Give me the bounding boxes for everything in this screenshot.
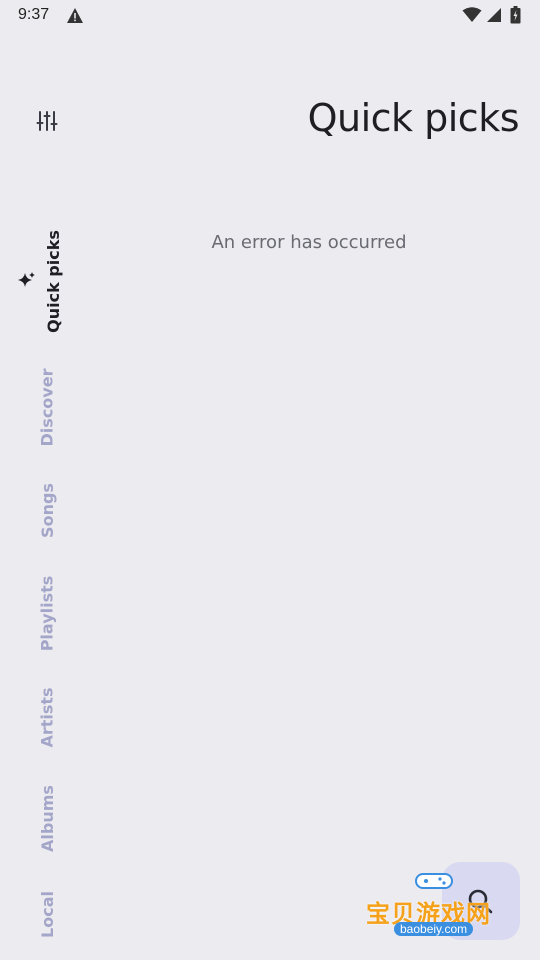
nav-item-discover[interactable]: Discover xyxy=(2,369,92,447)
tune-icon[interactable] xyxy=(36,110,58,132)
search-button[interactable] xyxy=(442,862,520,940)
nav-item-playlists[interactable]: Playlists xyxy=(2,576,92,652)
nav-item-songs[interactable]: Songs xyxy=(2,483,92,538)
battery-icon xyxy=(510,6,521,24)
wifi-icon xyxy=(462,7,482,22)
nav-item-local[interactable]: Local xyxy=(2,891,92,938)
nav-item-label: Local xyxy=(37,891,57,938)
nav-item-artists[interactable]: Artists xyxy=(2,687,92,747)
status-bar: 9:37 xyxy=(0,0,540,32)
nav-item-label: Artists xyxy=(37,687,57,748)
warning-icon xyxy=(67,8,83,23)
nav-item-label: Albums xyxy=(37,785,57,852)
nav-item-label: Discover xyxy=(37,368,57,447)
nav-item-label: Playlists xyxy=(37,575,57,652)
error-message: An error has occurred xyxy=(211,232,407,253)
page-title: Quick picks xyxy=(307,96,520,140)
search-icon xyxy=(468,889,493,914)
nav-item-albums[interactable]: Albums xyxy=(2,785,92,852)
status-time: 9:37 xyxy=(18,6,50,23)
nav-item-label: Songs xyxy=(37,483,57,538)
nav-item-quick-picks[interactable]: Quick picks xyxy=(2,230,92,333)
signal-icon xyxy=(487,8,501,22)
